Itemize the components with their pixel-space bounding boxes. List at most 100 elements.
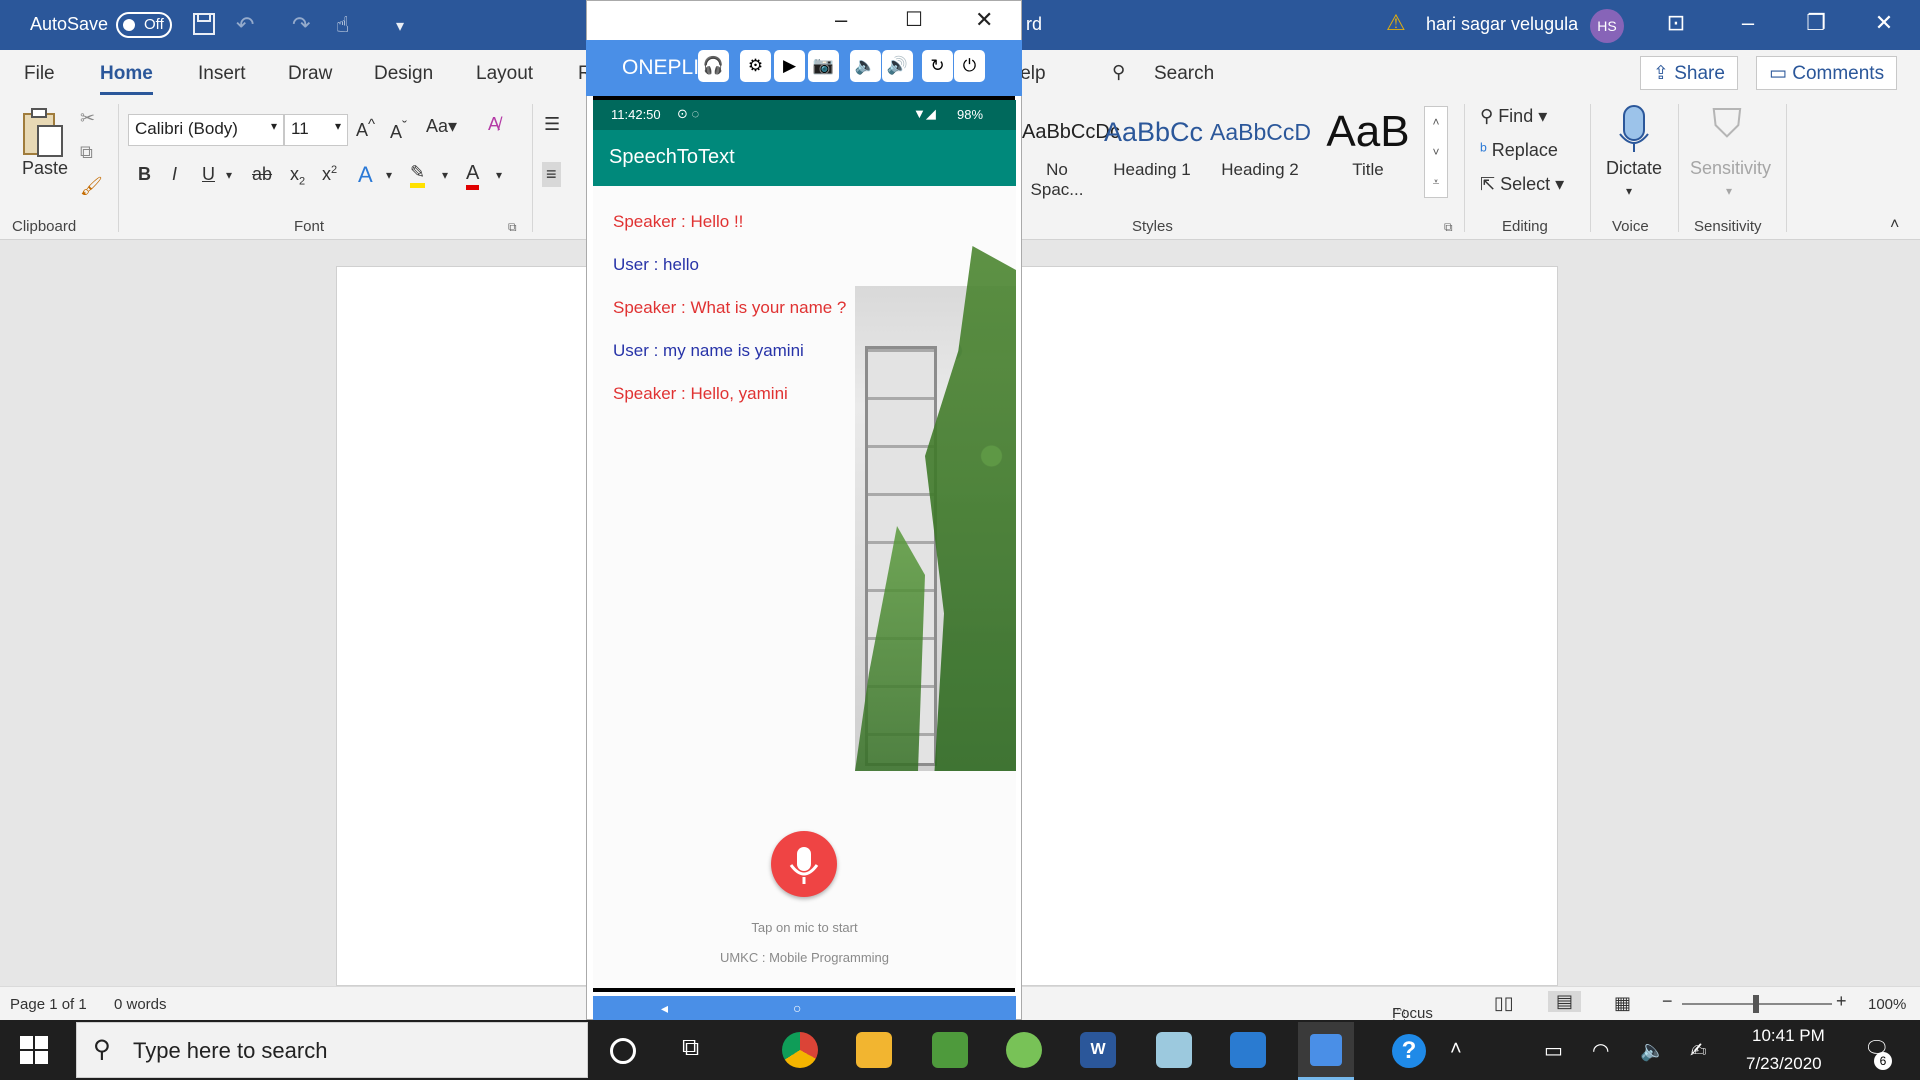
dialog-launcher-icon[interactable]: ⧉	[508, 220, 517, 235]
share-button[interactable]: ⇪ Share	[1640, 56, 1738, 90]
zoom-slider-thumb[interactable]	[1753, 995, 1759, 1013]
battery-icon[interactable]: ▭	[1544, 1038, 1563, 1063]
task-view-icon[interactable]: ⧉	[682, 1034, 699, 1062]
replace-button[interactable]: ᵇ Replace	[1480, 140, 1558, 161]
back-icon[interactable]: ◂	[661, 1000, 668, 1017]
font-color-icon[interactable]: A	[466, 162, 480, 190]
style-title[interactable]: AaB Title	[1320, 110, 1416, 180]
clock-time[interactable]: 10:41 PM	[1752, 1026, 1825, 1046]
comments-button[interactable]: ▭ Comments	[1756, 56, 1898, 90]
paste-icon[interactable]	[20, 106, 70, 162]
chevron-down-icon[interactable]: ▾	[442, 168, 448, 182]
close-icon[interactable]: ✕	[1864, 10, 1904, 36]
search-label[interactable]: Search	[1154, 63, 1214, 85]
sensitivity-icon[interactable]: ⛉	[1712, 102, 1742, 147]
font-size-dropdown[interactable]: 11 ▾	[284, 114, 348, 146]
close-icon[interactable]: ✕	[975, 7, 993, 33]
chevron-down-icon[interactable]: ▾	[226, 168, 232, 182]
change-case-button[interactable]: Aa▾	[426, 116, 457, 137]
format-painter-icon[interactable]: 🖌	[80, 176, 103, 197]
highlight-icon[interactable]: ✎	[410, 162, 426, 188]
find-button[interactable]: ⚲ Find ▾	[1480, 106, 1547, 127]
shrink-font-icon[interactable]: Aˇ	[390, 118, 407, 143]
align-left-icon[interactable]: ≡	[542, 162, 561, 187]
restore-icon[interactable]: ❐	[1796, 10, 1836, 36]
wifi-icon[interactable]: ◠	[1592, 1038, 1609, 1063]
dialog-launcher-icon[interactable]: ⧉	[1444, 220, 1453, 235]
app-icon[interactable]	[1156, 1032, 1192, 1068]
tab-home[interactable]: Home	[100, 63, 153, 95]
autosave-toggle[interactable]: Off	[116, 12, 172, 38]
text-effects-icon[interactable]: A	[358, 162, 373, 188]
app-icon[interactable]	[932, 1032, 968, 1068]
font-name-dropdown[interactable]: Calibri (Body) ▾	[128, 114, 284, 146]
italic-button[interactable]: I	[172, 164, 177, 185]
tab-design[interactable]: Design	[374, 63, 433, 85]
web-layout-icon[interactable]: ▦	[1614, 993, 1631, 1014]
scroll-down-icon[interactable]: ˅	[1425, 137, 1447, 167]
save-icon[interactable]	[192, 12, 216, 42]
bold-button[interactable]: B	[138, 164, 151, 185]
strikethrough-button[interactable]: ab	[252, 164, 272, 185]
ribbon-display-icon[interactable]: ⊡	[1656, 10, 1696, 36]
microphone-icon[interactable]	[1616, 104, 1652, 154]
photos-icon[interactable]	[1230, 1032, 1266, 1068]
superscript-button[interactable]: x2	[322, 164, 337, 185]
android-studio-icon[interactable]	[1006, 1032, 1042, 1068]
rotate-icon[interactable]: ↻	[922, 50, 953, 82]
read-mode-icon[interactable]: ▯▯	[1494, 993, 1514, 1014]
chevron-down-icon[interactable]: ▾	[496, 168, 502, 182]
chevron-up-icon[interactable]: ˄	[1450, 1038, 1462, 1061]
file-explorer-icon[interactable]	[856, 1032, 892, 1068]
word-icon[interactable]: W	[1080, 1032, 1116, 1068]
avatar[interactable]: HS	[1590, 9, 1624, 43]
chevron-down-icon[interactable]: ▾	[386, 168, 392, 182]
volume-icon[interactable]: 🔈	[1640, 1038, 1665, 1063]
volume-up-icon[interactable]: 🔊	[882, 50, 913, 82]
tab-layout[interactable]: Layout	[476, 63, 533, 85]
chevron-down-icon[interactable]: ▾	[1726, 184, 1732, 198]
zoom-out-icon[interactable]: −	[1662, 991, 1673, 1012]
bullets-icon[interactable]: ☰	[544, 114, 560, 135]
tab-insert[interactable]: Insert	[198, 63, 246, 85]
grow-font-icon[interactable]: A^	[356, 116, 375, 141]
minimize-icon[interactable]: –	[1728, 10, 1768, 36]
cortana-icon[interactable]	[610, 1038, 636, 1064]
pen-icon[interactable]: ✍	[1690, 1038, 1707, 1063]
styles-scroller[interactable]: ˄ ˅ ⩡	[1424, 106, 1448, 198]
copy-icon[interactable]: ⧉	[80, 142, 93, 163]
search-icon[interactable]: ⚲	[1112, 62, 1125, 83]
print-layout-icon[interactable]: ▤	[1548, 991, 1582, 1012]
chrome-icon[interactable]	[782, 1032, 818, 1068]
touch-mode-icon[interactable]: ☝	[336, 12, 349, 38]
windows-start-icon[interactable]	[20, 1036, 48, 1069]
style-heading-2[interactable]: AaBbCcD Heading 2	[1210, 112, 1311, 180]
tab-draw[interactable]: Draw	[288, 63, 332, 85]
cut-icon[interactable]: ✂	[80, 108, 95, 129]
chevron-down-icon[interactable]: ▾	[1626, 184, 1632, 198]
settings-icon[interactable]: ⚙	[740, 50, 771, 82]
word-count[interactable]: 0 words	[114, 996, 167, 1013]
home-icon[interactable]: ○	[793, 1000, 801, 1016]
emulator-task-button[interactable]	[1298, 1022, 1354, 1080]
underline-button[interactable]: U	[202, 164, 215, 185]
headset-icon[interactable]: 🎧	[698, 50, 729, 82]
taskbar-search-box[interactable]: ⚲ Type here to search	[76, 1022, 588, 1078]
scroll-up-icon[interactable]: ˄	[1425, 107, 1447, 137]
tab-file[interactable]: File	[24, 63, 55, 85]
zoom-level[interactable]: 100%	[1868, 996, 1906, 1013]
dictate-button[interactable]: Dictate	[1606, 158, 1662, 179]
video-record-icon[interactable]: ▶	[774, 50, 805, 82]
zoom-slider[interactable]	[1682, 995, 1832, 1013]
sensitivity-button[interactable]: Sensitivity	[1690, 158, 1771, 179]
collapse-ribbon-icon[interactable]: ˄	[1890, 216, 1899, 234]
help-icon[interactable]: ?	[1392, 1034, 1426, 1068]
power-icon[interactable]: ⏻	[954, 50, 985, 82]
clock-date[interactable]: 7/23/2020	[1746, 1054, 1822, 1074]
redo-icon[interactable]: ↷	[292, 12, 310, 38]
mic-button[interactable]	[771, 831, 837, 897]
maximize-icon[interactable]: ☐	[905, 7, 923, 32]
styles-more-icon[interactable]: ⩡	[1425, 167, 1447, 197]
screenshot-icon[interactable]: 📷	[808, 50, 839, 82]
subscript-button[interactable]: x2	[290, 164, 305, 188]
